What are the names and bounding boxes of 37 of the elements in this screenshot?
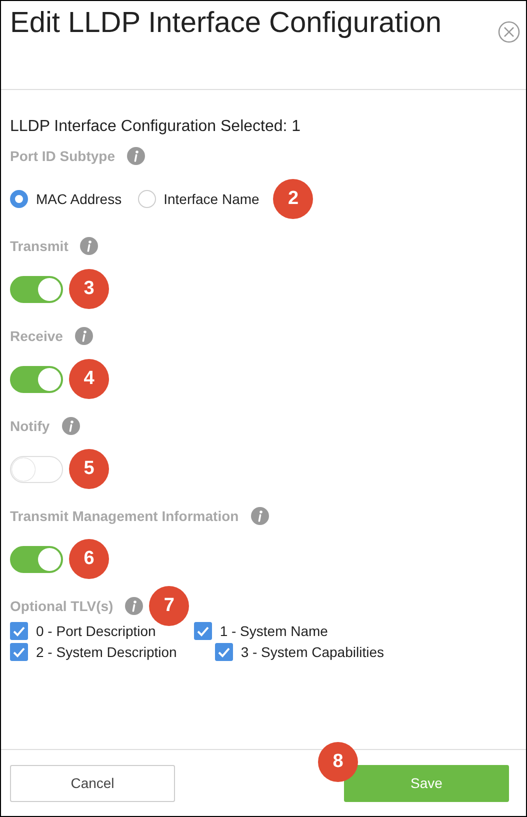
callout-badge: 6 bbox=[69, 539, 109, 579]
option-label[interactable]: 1 - System Name bbox=[220, 622, 328, 638]
callout-badge: 7 bbox=[149, 586, 190, 626]
radio-button[interactable] bbox=[10, 190, 28, 208]
callout-badge: 2 bbox=[273, 179, 314, 219]
callout-badge: 5 bbox=[69, 449, 109, 489]
info-icon[interactable] bbox=[250, 507, 269, 525]
toggle-switch[interactable] bbox=[10, 366, 63, 392]
field-label: Receive bbox=[10, 328, 63, 344]
field-label: Transmit bbox=[10, 238, 68, 254]
dialog-title: Edit LLDP Interface Configuration bbox=[10, 7, 442, 40]
close-icon[interactable] bbox=[498, 21, 520, 43]
option-label[interactable]: 3 - System Capabilities bbox=[240, 644, 384, 660]
option-label[interactable]: MAC Address bbox=[36, 191, 122, 207]
checkbox[interactable] bbox=[10, 642, 28, 660]
info-icon[interactable] bbox=[62, 417, 80, 435]
field-label: Port ID Subtype bbox=[10, 148, 116, 164]
info-icon[interactable] bbox=[80, 237, 98, 255]
toggle-switch[interactable] bbox=[10, 546, 63, 572]
field-label: Notify bbox=[10, 418, 50, 434]
callout-badge: 4 bbox=[69, 359, 109, 399]
checkbox[interactable] bbox=[194, 622, 212, 640]
option-label[interactable]: 2 - System Description bbox=[36, 644, 177, 660]
radio-button[interactable] bbox=[138, 190, 156, 208]
option-label[interactable]: Interface Name bbox=[164, 191, 260, 207]
checkbox[interactable] bbox=[10, 622, 28, 640]
callout-badge: 8 bbox=[318, 742, 358, 782]
checkbox[interactable] bbox=[214, 642, 233, 660]
info-icon[interactable] bbox=[74, 327, 93, 345]
field-label: Transmit Management Information bbox=[10, 508, 239, 524]
info-icon[interactable] bbox=[127, 147, 146, 165]
toggle-switch[interactable] bbox=[10, 276, 63, 302]
callout-badge: 3 bbox=[69, 269, 109, 309]
cancel-button[interactable]: Cancel bbox=[10, 764, 175, 802]
info-icon[interactable] bbox=[125, 597, 144, 615]
field-label: Optional TLV(s) bbox=[10, 598, 114, 614]
selected-count: LLDP Interface Configuration Selected: 1 bbox=[10, 117, 302, 137]
